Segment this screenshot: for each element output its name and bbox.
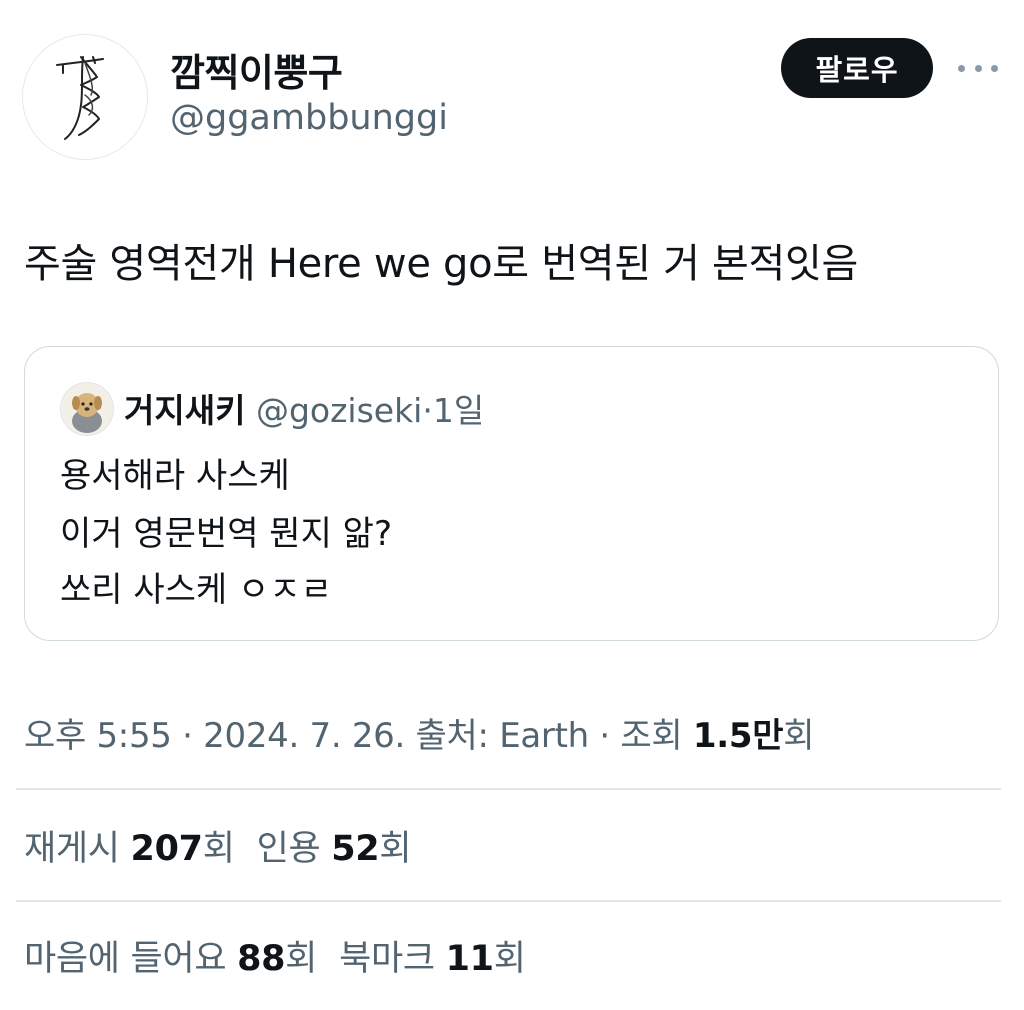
meta-separator: ·	[588, 716, 621, 756]
quote-time[interactable]: 1일	[433, 391, 484, 430]
reposts-unit: 회	[202, 829, 235, 869]
likes-count: 88	[237, 939, 286, 979]
views-unit: 회	[783, 716, 815, 756]
bookmarks-count: 11	[445, 939, 494, 979]
follow-button[interactable]: 팔로우	[781, 38, 933, 98]
stats-row-reposts: 재게시 207회 인용 52회	[24, 820, 412, 871]
likes-label: 마음에 들어요	[24, 939, 227, 979]
quotes-count: 52	[331, 829, 380, 869]
quotes-unit: 회	[379, 829, 412, 869]
bookmarks-stat[interactable]: 북마크 11회	[339, 939, 526, 979]
tweet-meta: 오후 5:55 · 2024. 7. 26. 출처: Earth · 조회 1.…	[24, 708, 814, 757]
views-count: 1.5만	[692, 716, 784, 756]
source-value: Earth	[499, 716, 589, 756]
likes-unit: 회	[285, 939, 318, 979]
more-dot	[958, 64, 965, 72]
author-handle[interactable]: @ggambbunggi	[170, 98, 448, 138]
tweet-time[interactable]: 오후 5:55	[24, 716, 172, 756]
quote-author-handle[interactable]: @goziseki	[256, 391, 422, 430]
more-options-icon[interactable]	[958, 50, 998, 86]
tweet-text: 주술 영역전개 Here we go로 번역된 거 본적잇음	[24, 241, 859, 287]
reposts-label: 재게시	[24, 829, 120, 869]
quote-text-line: 쏘리 사스케 ㅇㅈㄹ	[60, 570, 332, 610]
divider	[16, 788, 1001, 790]
bookmarks-label: 북마크	[339, 939, 435, 979]
bookmarks-unit: 회	[493, 939, 526, 979]
quotes-stat[interactable]: 인용 52회	[257, 829, 412, 869]
quote-text-line: 이거 영문번역 뭔지 앎?	[60, 514, 392, 554]
quote-author-avatar[interactable]	[60, 382, 114, 436]
more-dot	[991, 64, 998, 72]
quote-text-line: 용서해라 사스케	[60, 456, 290, 496]
source-label: 출처:	[415, 716, 489, 756]
quote-author-name[interactable]: 거지새키	[124, 391, 245, 430]
divider	[16, 900, 1001, 902]
dog-avatar-icon	[72, 393, 102, 433]
likes-stat[interactable]: 마음에 들어요 88회	[24, 939, 317, 979]
reposts-count: 207	[130, 829, 203, 869]
tweet-date[interactable]: 2024. 7. 26.	[203, 716, 405, 756]
author-avatar[interactable]	[22, 34, 148, 160]
reposts-stat[interactable]: 재게시 207회	[24, 829, 235, 869]
author-name[interactable]: 깜찍이뿡구	[170, 42, 343, 97]
quotes-label: 인용	[256, 829, 321, 869]
quote-header: 거지새키 @goziseki·1일	[124, 384, 484, 432]
views-label: 조회	[620, 716, 683, 756]
more-dot	[974, 64, 982, 72]
stats-row-likes: 마음에 들어요 88회 북마크 11회	[24, 930, 526, 981]
meta-separator: ·	[171, 716, 204, 756]
quote-separator: ·	[422, 391, 433, 430]
scribble-signature-avatar-icon	[56, 56, 104, 140]
